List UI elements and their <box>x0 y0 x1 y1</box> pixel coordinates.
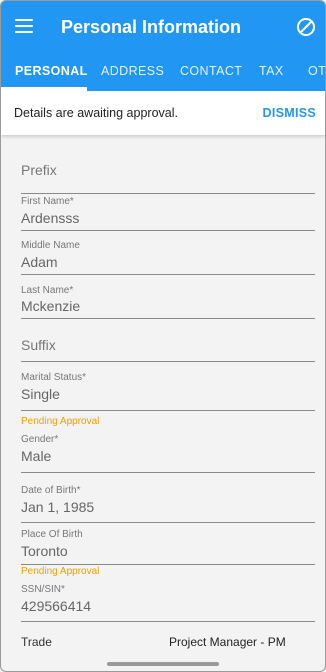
tab-address[interactable]: ADDRESS <box>101 55 164 91</box>
prefix-placeholder: Prefix <box>21 162 57 178</box>
approval-banner: Details are awaiting approval. DISMISS <box>1 91 325 135</box>
ssn-pending-badge: Pending Approval <box>21 566 100 577</box>
place-of-birth-field[interactable]: Place Of Birth Toronto <box>21 526 315 565</box>
ssn-label: SSN/SIN* <box>21 584 65 595</box>
gender-value: Male <box>21 448 52 464</box>
suffix-placeholder: Suffix <box>21 337 56 353</box>
suffix-field[interactable]: Suffix <box>21 319 315 362</box>
banner-message: Details are awaiting approval. <box>14 106 178 120</box>
place-of-birth-value: Toronto <box>21 543 68 559</box>
last-name-field[interactable]: Last Name* Mckenzie <box>21 282 315 319</box>
prefix-field[interactable]: Prefix <box>21 151 315 194</box>
last-name-value: Mckenzie <box>21 298 81 314</box>
home-indicator[interactable] <box>107 662 219 666</box>
marital-status-value: Single <box>21 386 60 402</box>
tab-personal[interactable]: PERSONAL <box>15 55 88 91</box>
date-of-birth-field[interactable]: Date of Birth* Jan 1, 1985 <box>21 482 315 523</box>
place-of-birth-label: Place Of Birth <box>21 529 83 540</box>
first-name-value: Ardensss <box>21 210 80 226</box>
tab-other[interactable]: OTI <box>308 55 325 91</box>
app-bar: Personal Information <box>1 1 325 55</box>
middle-name-value: Adam <box>21 254 58 270</box>
first-name-label: First Name* <box>21 196 74 207</box>
marital-status-label: Marital Status* <box>21 372 87 383</box>
page-title: Personal Information <box>61 17 242 37</box>
tab-tax[interactable]: TAX <box>259 55 284 91</box>
trade-label: Trade <box>21 635 52 649</box>
block-icon[interactable] <box>296 17 316 37</box>
tab-bar: PERSONAL ADDRESS CONTACT TAX OTI <box>1 55 325 91</box>
app-frame: Personal Information PERSONAL ADDRESS CO… <box>0 0 326 672</box>
gender-label: Gender* <box>21 434 59 445</box>
ssn-value: 429566414 <box>21 598 92 614</box>
trade-value[interactable]: Project Manager - PM <box>169 635 286 649</box>
date-of-birth-value: Jan 1, 1985 <box>21 499 95 515</box>
gender-pending-badge: Pending Approval <box>21 416 100 427</box>
tab-contact[interactable]: CONTACT <box>180 55 242 91</box>
marital-status-field[interactable]: Marital Status* Single <box>21 369 315 411</box>
ssn-field[interactable]: SSN/SIN* 429566414 <box>21 581 315 622</box>
first-name-field[interactable]: First Name* Ardensss <box>21 193 315 231</box>
hamburger-menu-icon[interactable] <box>15 19 33 33</box>
gender-field[interactable]: Gender* Male <box>21 431 315 473</box>
middle-name-field[interactable]: Middle Name Adam <box>21 237 315 275</box>
dismiss-button[interactable]: DISMISS <box>263 106 317 120</box>
last-name-label: Last Name* <box>21 285 74 296</box>
middle-name-label: Middle Name <box>21 240 80 251</box>
date-of-birth-label: Date of Birth* <box>21 485 81 496</box>
